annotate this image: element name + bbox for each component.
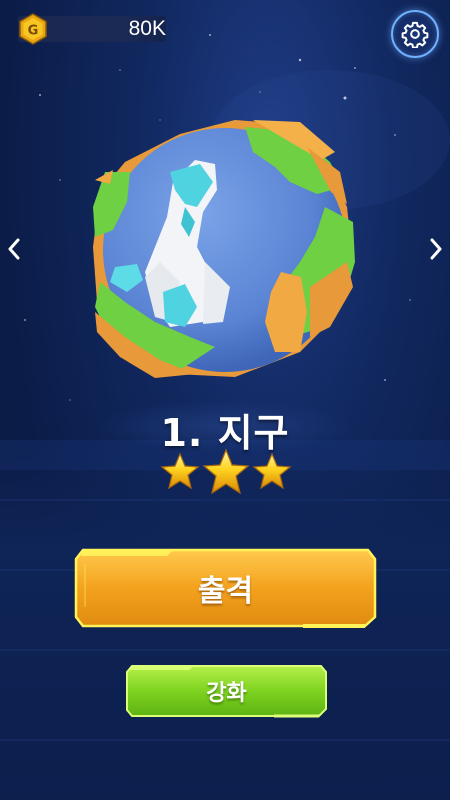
upgrade-button[interactable]: 강화 — [124, 663, 329, 719]
star-icon-1 — [160, 452, 200, 490]
coin-g-icon: G — [19, 13, 47, 45]
currency-value: 80K — [128, 17, 166, 40]
sortie-button[interactable]: 출격 — [73, 547, 378, 629]
star-icon-2 — [202, 448, 250, 495]
chevron-left-icon — [8, 238, 20, 260]
chevron-right-icon — [430, 238, 442, 260]
star-icon-3 — [252, 452, 292, 490]
settings-button[interactable] — [391, 10, 439, 58]
prev-stage-button[interactable] — [6, 236, 22, 262]
gear-icon — [401, 21, 429, 48]
stage-rating — [160, 448, 292, 495]
planet-earth-image[interactable] — [85, 112, 360, 387]
coin-letter: G — [28, 24, 39, 39]
next-stage-button[interactable] — [428, 236, 444, 262]
upgrade-label: 강화 — [206, 681, 247, 706]
sortie-label: 출격 — [197, 574, 254, 609]
